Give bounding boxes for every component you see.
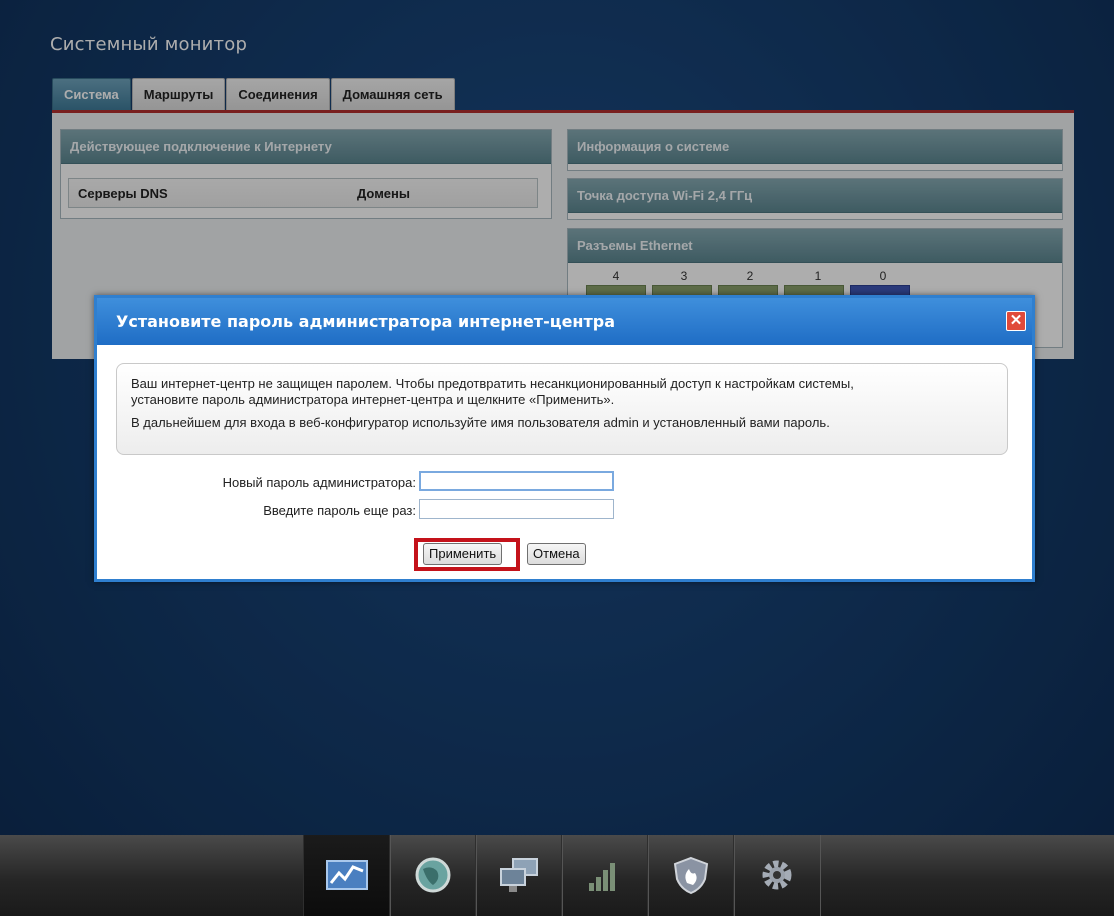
repeat-password-input[interactable] bbox=[419, 499, 614, 519]
globe-icon[interactable] bbox=[389, 835, 477, 916]
gear-icon[interactable] bbox=[733, 835, 821, 916]
new-password-label: Новый пароль администратора: bbox=[222, 475, 416, 490]
dialog-title: Установите пароль администратора интерне… bbox=[97, 298, 1032, 345]
apply-button[interactable]: Применить bbox=[423, 543, 503, 565]
repeat-password-label: Введите пароль еще раз: bbox=[263, 503, 416, 518]
network-computers-icon[interactable] bbox=[475, 835, 563, 916]
notice-line-2: установите пароль администратора интерне… bbox=[131, 392, 615, 407]
wifi-signal-icon[interactable] bbox=[561, 835, 649, 916]
notice-line-3: В дальнейшем для входа в веб-конфигурато… bbox=[131, 415, 830, 430]
set-password-dialog: Установите пароль администратора интерне… bbox=[94, 295, 1035, 582]
password-notice: Ваш интернет-центр не защищен паролем. Ч… bbox=[116, 363, 1008, 455]
close-icon[interactable]: ✕ bbox=[1006, 311, 1026, 331]
monitor-icon[interactable] bbox=[303, 835, 391, 916]
bottom-toolbar bbox=[0, 835, 1114, 916]
cancel-button[interactable]: Отмена bbox=[527, 543, 586, 565]
new-password-input[interactable] bbox=[419, 471, 614, 491]
shield-icon[interactable] bbox=[647, 835, 735, 916]
notice-line-1: Ваш интернет-центр не защищен паролем. Ч… bbox=[131, 376, 854, 391]
